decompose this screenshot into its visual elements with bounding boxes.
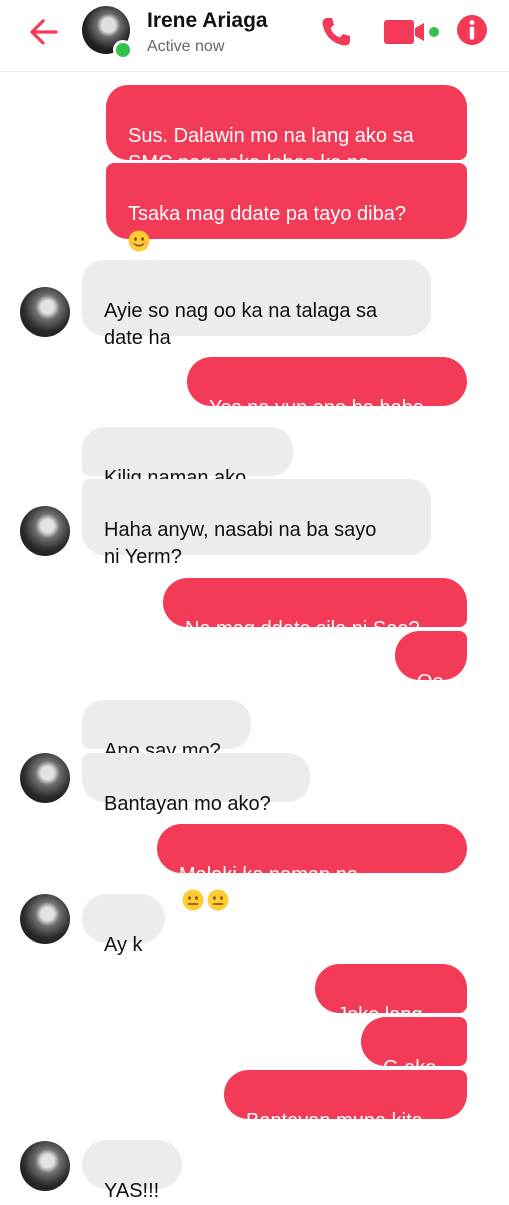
message-text: Bantayan mo ako? — [104, 793, 271, 815]
info-icon[interactable] — [456, 14, 488, 46]
message-text: Yes na yun ano ba haha — [209, 397, 425, 419]
contact-avatar-small[interactable] — [20, 506, 70, 556]
incoming-message[interactable]: Ano say mo? — [82, 700, 251, 762]
back-arrow-icon[interactable] — [26, 14, 62, 50]
video-call-icon[interactable] — [384, 18, 444, 46]
message-text: Tsaka mag ddate pa tayo diba? — [128, 203, 406, 225]
outgoing-message[interactable]: Bantayan muna kita — [224, 1070, 467, 1132]
message-text: Bantayan muna kita — [246, 1110, 423, 1132]
message-text: YAS!!! — [104, 1180, 160, 1202]
incoming-message[interactable]: Haha anyw, nasabi na ba sayo ni Yerm? — [82, 479, 431, 568]
contact-name[interactable]: Irene Ariaga — [147, 9, 268, 33]
contact-avatar-small[interactable] — [20, 753, 70, 803]
outgoing-message[interactable]: Sus. Dalawin mo na lang ako sa SMC pag n… — [106, 85, 467, 174]
outgoing-message[interactable]: G ako. — [361, 1017, 467, 1079]
message-text: Ay k — [104, 934, 143, 956]
active-status: Active now — [147, 38, 225, 55]
outgoing-message[interactable]: Na mag ddate sila ni Sae? — [163, 578, 467, 640]
incoming-message[interactable]: Ay k — [82, 894, 165, 956]
contact-avatar-small[interactable] — [20, 894, 70, 944]
neutral-face-emoji-icon — [182, 889, 204, 911]
smiling-face-emoji-icon — [128, 230, 150, 252]
outgoing-message[interactable]: Malaki ka naman na. — [157, 824, 467, 911]
phone-call-icon[interactable] — [318, 14, 354, 50]
message-text: Haha anyw, nasabi na ba sayo ni Yerm? — [104, 519, 377, 568]
conversation-header: Irene Ariaga Active now — [0, 0, 509, 72]
incoming-message[interactable]: Bantayan mo ako? — [82, 753, 310, 815]
incoming-message[interactable]: Kilig naman ako. — [82, 427, 293, 489]
outgoing-message[interactable]: Tsaka mag ddate pa tayo diba? — [106, 163, 467, 252]
message-text: Malaki ka naman na. — [179, 864, 364, 886]
contact-avatar-small[interactable] — [20, 287, 70, 337]
online-status-dot — [113, 40, 133, 60]
incoming-message[interactable]: YAS!!! — [82, 1140, 182, 1202]
outgoing-message[interactable]: Yes na yun ano ba haha — [187, 357, 467, 419]
neutral-face-emoji-icon — [207, 889, 229, 911]
message-text: Oo — [417, 671, 444, 693]
outgoing-message[interactable]: Joke lang... — [315, 964, 467, 1026]
message-text: Na mag ddate sila ni Sae? — [185, 618, 420, 640]
outgoing-message[interactable]: Oo — [395, 631, 467, 693]
incoming-message[interactable]: Ayie so nag oo ka na talaga sa date ha — [82, 260, 431, 349]
contact-avatar-small[interactable] — [20, 1141, 70, 1191]
message-text: Ayie so nag oo ka na talaga sa date ha — [104, 300, 378, 349]
